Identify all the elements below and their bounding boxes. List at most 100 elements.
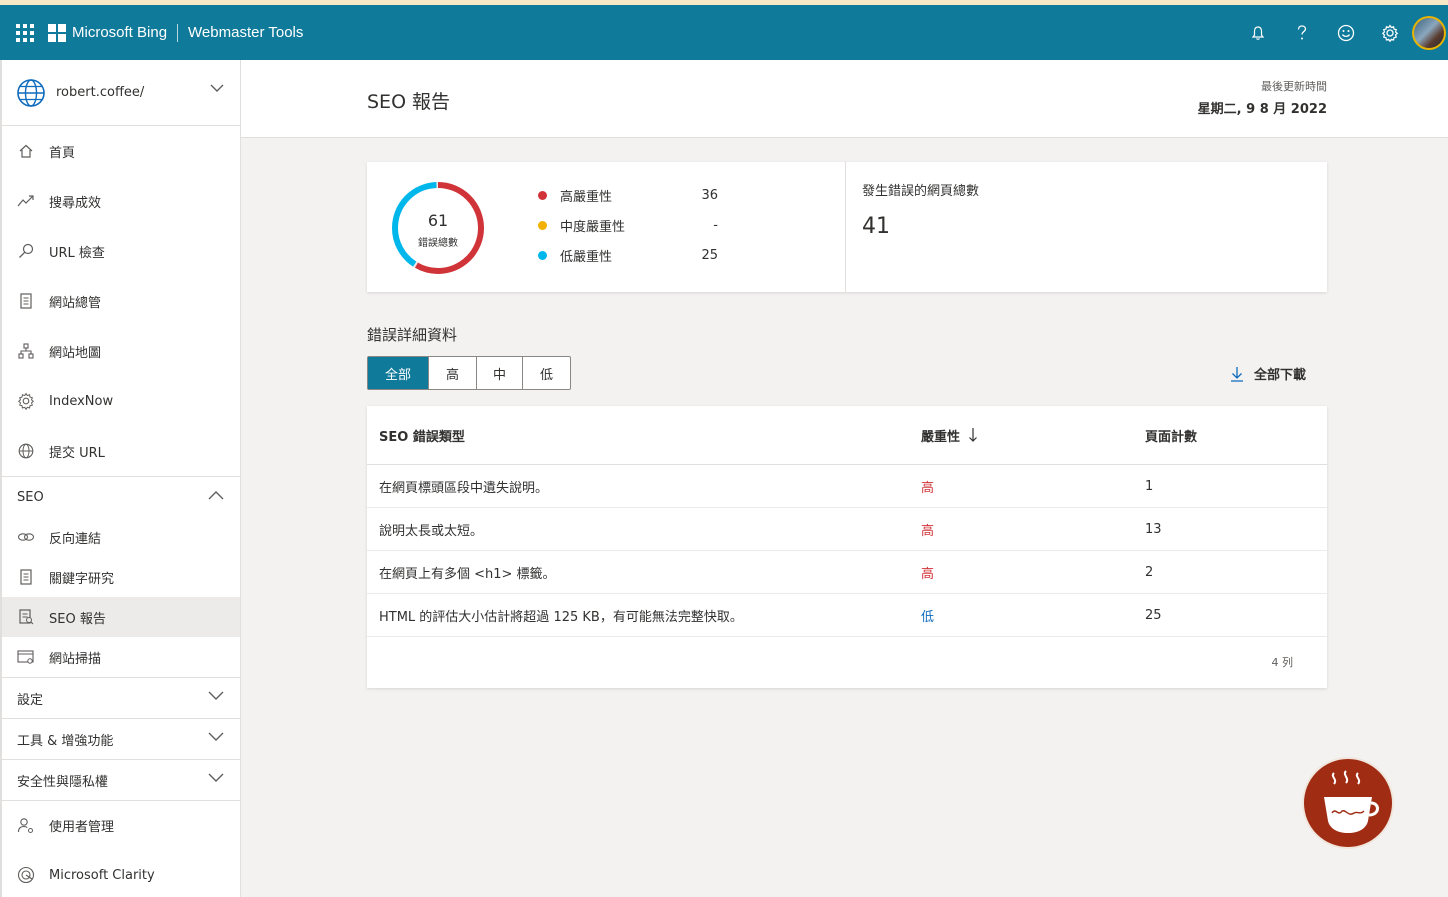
sidebar-group-security[interactable]: 安全性與隱私權 [2, 759, 240, 800]
sidebar-group-seo[interactable]: SEO [2, 476, 240, 517]
sidebar-item-label: Microsoft Clarity [49, 867, 155, 883]
legend-label: 高嚴重性 [560, 189, 613, 205]
top-bar: Microsoft Bing Webmaster Tools [0, 5, 1448, 60]
brand-name[interactable]: Microsoft Bing [72, 24, 167, 41]
download-all-button[interactable]: 全部下載 [1230, 364, 1306, 383]
legend-high: 高嚴重性 36 [538, 185, 718, 205]
sidebar-item-site-explorer[interactable]: 網站總管 [2, 276, 240, 326]
table-row[interactable]: 說明太長或太短。 高 13 [367, 508, 1327, 551]
error-type-cell: 說明太長或太短。 [379, 523, 484, 539]
column-header-page-count[interactable]: 頁面計數 [1133, 426, 1327, 445]
sidebar-item-search-performance[interactable]: 搜尋成效 [2, 176, 240, 226]
sidebar-item-keyword-research[interactable]: 關鍵字研究 [2, 557, 240, 597]
page-count-cell: 25 [1145, 607, 1162, 623]
sidebar-item-label: SEO 報告 [49, 611, 106, 627]
legend-value: 25 [701, 247, 718, 263]
sidebar-group-label: 設定 [17, 692, 44, 708]
feedback-button[interactable] [1324, 5, 1368, 60]
trend-icon [17, 192, 35, 210]
document-icon [17, 568, 35, 586]
total-errors-label: 錯誤總數 [418, 238, 458, 249]
sidebar-item-label: 網站地圖 [49, 345, 102, 361]
sidebar-group-label: 安全性與隱私權 [17, 774, 109, 790]
row-count: 4 列 [1271, 656, 1294, 669]
sidebar-item-backlinks[interactable]: 反向連結 [2, 517, 240, 557]
download-all-label: 全部下載 [1254, 368, 1307, 383]
error-type-cell: 在網頁上有多個 <h1> 標籤。 [379, 566, 556, 582]
sidebar-group-settings[interactable]: 設定 [2, 677, 240, 718]
severity-cell: 低 [921, 609, 935, 625]
sidebar-item-site-scan[interactable]: 網站掃描 [2, 637, 240, 677]
column-header-severity[interactable]: 嚴重性 [909, 426, 1133, 445]
severity-filter: 全部 高 中 低 [367, 356, 571, 390]
sidebar-item-label: URL 檢查 [49, 245, 105, 261]
page-count-cell: 2 [1145, 564, 1154, 580]
site-selector[interactable]: robert.coffee/ [2, 60, 240, 126]
sidebar: robert.coffee/ 首頁 搜尋成效 URL 檢查 網站總管 網站地圖 … [0, 60, 241, 897]
clarity-icon [17, 866, 35, 884]
page-title: SEO 報告 [367, 91, 451, 113]
avatar [1412, 15, 1446, 50]
pages-with-errors: 發生錯誤的網頁總數 41 [846, 162, 1327, 292]
sidebar-item-label: IndexNow [49, 393, 114, 409]
legend-value: 36 [701, 187, 718, 203]
table-row[interactable]: HTML 的評估大小估計將超過 125 KB，有可能無法完整快取。 低 25 [367, 594, 1327, 637]
last-updated-date: 星期二, 9 8 月 2022 [1197, 102, 1327, 117]
link-icon [17, 528, 35, 546]
page-header: SEO 報告 最後更新時間 星期二, 9 8 月 2022 [241, 60, 1448, 138]
globe-icon [17, 442, 35, 460]
column-header-error-type[interactable]: SEO 錯誤類型 [367, 426, 909, 445]
settings-button[interactable] [1368, 5, 1412, 60]
product-name[interactable]: Webmaster Tools [188, 24, 303, 41]
chevron-down-icon [208, 732, 224, 741]
legend-dot-high [538, 190, 547, 200]
sidebar-item-seo-reports[interactable]: SEO 報告 [2, 597, 240, 637]
home-icon [17, 142, 35, 160]
gear-icon [1381, 23, 1399, 42]
severity-cell: 高 [921, 480, 935, 496]
sidebar-item-submit-url[interactable]: 提交 URL [2, 426, 240, 476]
sidebar-group-tools[interactable]: 工具 & 增強功能 [2, 718, 240, 759]
table-header: SEO 錯誤類型 嚴重性 頁面計數 [367, 406, 1327, 465]
sidebar-item-user-management[interactable]: 使用者管理 [2, 800, 240, 850]
sidebar-item-label: 搜尋成效 [49, 195, 102, 211]
legend-label: 中度嚴重性 [560, 219, 626, 235]
error-type-cell: HTML 的評估大小估計將超過 125 KB，有可能無法完整快取。 [379, 609, 743, 625]
table-row[interactable]: 在網頁上有多個 <h1> 標籤。 高 2 [367, 551, 1327, 594]
microsoft-logo-icon [48, 23, 66, 42]
sidebar-item-indexnow[interactable]: IndexNow [2, 376, 240, 426]
help-button[interactable] [1280, 5, 1324, 60]
page-count-cell: 1 [1145, 478, 1154, 494]
legend-dot-medium [538, 220, 547, 230]
error-summary: 61 錯誤總數 高嚴重性 36 中度嚴重性 - 低嚴重性 25 [367, 162, 846, 292]
sidebar-item-home[interactable]: 首頁 [2, 126, 240, 176]
profile-button[interactable] [1412, 5, 1448, 60]
pages-with-errors-title: 發生錯誤的網頁總數 [862, 184, 980, 199]
filter-high-button[interactable]: 高 [429, 357, 477, 389]
coffee-cup-icon [1324, 770, 1379, 833]
filter-medium-button[interactable]: 中 [477, 357, 523, 389]
globe-icon [17, 78, 45, 107]
error-type-cell: 在網頁標頭區段中遺失說明。 [379, 480, 549, 496]
table-row[interactable]: 在網頁標頭區段中遺失說明。 高 1 [367, 465, 1327, 508]
column-header-label: 嚴重性 [921, 429, 961, 445]
download-icon [1231, 366, 1243, 382]
chevron-down-icon [210, 84, 224, 92]
sidebar-item-url-inspection[interactable]: URL 檢查 [2, 226, 240, 276]
app-launcher-icon[interactable] [16, 23, 34, 42]
severity-cell: 高 [921, 523, 935, 539]
search-icon [17, 242, 35, 260]
sidebar-item-microsoft-clarity[interactable]: Microsoft Clarity [2, 850, 240, 897]
legend-dot-low [538, 250, 547, 260]
notifications-button[interactable] [1236, 5, 1280, 60]
page-count-cell: 13 [1145, 521, 1162, 537]
filter-all-button[interactable]: 全部 [368, 357, 429, 389]
severity-cell: 高 [921, 566, 935, 582]
sort-descending-icon [969, 428, 977, 442]
chevron-down-icon [208, 691, 224, 700]
brand-divider [177, 23, 179, 42]
sidebar-item-sitemaps[interactable]: 網站地圖 [2, 326, 240, 376]
sidebar-item-label: 提交 URL [49, 445, 105, 461]
filter-low-button[interactable]: 低 [523, 357, 570, 389]
smiley-icon [1337, 24, 1355, 41]
